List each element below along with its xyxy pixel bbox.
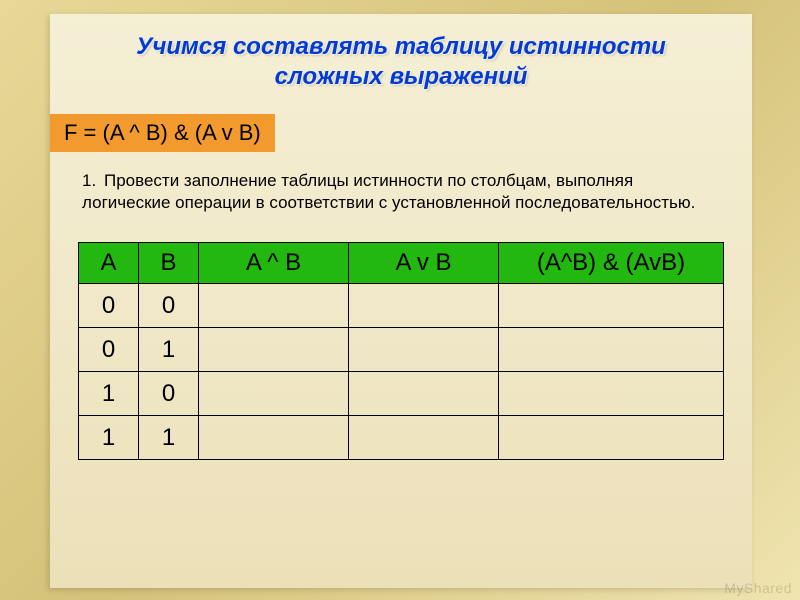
cell (349, 372, 499, 416)
watermark: MyShared (724, 580, 792, 596)
cell (199, 284, 349, 328)
cell (499, 372, 724, 416)
formula-text: F = (A ^ B) & (A v B) (64, 120, 261, 145)
header-a: A (79, 243, 139, 284)
cell (349, 416, 499, 460)
formula-box: F = (A ^ B) & (A v B) (50, 114, 275, 152)
cell (199, 416, 349, 460)
cell: 1 (79, 372, 139, 416)
cell: 1 (139, 328, 199, 372)
cell (499, 416, 724, 460)
slide-title: Учимся составлять таблицу истинности сло… (78, 32, 724, 92)
instruction: 1.Провести заполнение таблицы истинности… (78, 170, 724, 214)
cell: 0 (79, 328, 139, 372)
cell (499, 328, 724, 372)
cell: 1 (79, 416, 139, 460)
header-result: (A^B) & (AvB) (499, 243, 724, 284)
cell (349, 328, 499, 372)
instruction-text: Провести заполнение таблицы истинности п… (82, 171, 695, 212)
cell: 0 (139, 372, 199, 416)
title-line-1: Учимся составлять таблицу истинности (136, 33, 666, 60)
slide: Учимся составлять таблицу истинности сло… (50, 14, 752, 588)
table-row: 1 0 (79, 372, 724, 416)
header-a-and-b: A ^ B (199, 243, 349, 284)
table-header-row: A B A ^ B A v B (A^B) & (AvB) (79, 243, 724, 284)
cell (199, 328, 349, 372)
truth-table: A B A ^ B A v B (A^B) & (AvB) 0 0 0 1 (78, 242, 724, 460)
cell: 0 (139, 284, 199, 328)
table-row: 0 1 (79, 328, 724, 372)
header-a-or-b: A v B (349, 243, 499, 284)
cell: 1 (139, 416, 199, 460)
table-row: 1 1 (79, 416, 724, 460)
title-line-2: сложных выражений (275, 63, 528, 90)
cell: 0 (79, 284, 139, 328)
cell (499, 284, 724, 328)
instruction-number: 1. (82, 170, 104, 192)
cell (349, 284, 499, 328)
table-row: 0 0 (79, 284, 724, 328)
cell (199, 372, 349, 416)
header-b: B (139, 243, 199, 284)
